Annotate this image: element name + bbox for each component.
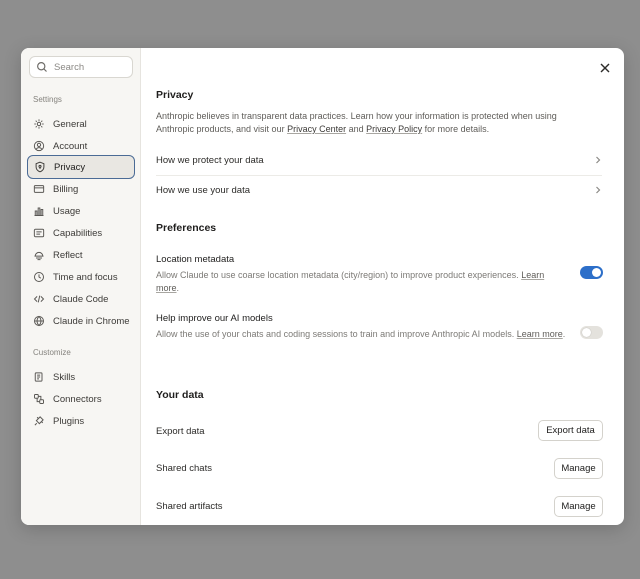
shield-icon — [35, 161, 45, 173]
sidebar-item-usage[interactable]: Usage — [27, 201, 135, 221]
sidebar-item-billing[interactable]: Billing — [27, 179, 135, 199]
sidebar-item-label: Plugins — [53, 415, 85, 427]
sidebar-item-capabilities[interactable]: Capabilities — [27, 223, 135, 243]
export-data-label: Export data — [156, 426, 205, 437]
sidebar-item-label: Billing — [53, 183, 79, 195]
gear-icon — [34, 119, 44, 129]
manage-shared-chats-button[interactable]: Manage — [554, 458, 603, 479]
close-button[interactable] — [598, 61, 612, 75]
sidebar-item-general[interactable]: General — [27, 114, 135, 134]
clock-icon — [34, 272, 44, 282]
user-circle-icon — [33, 140, 45, 152]
preferences-heading: Preferences — [156, 222, 217, 234]
export-data-button[interactable]: Export data — [538, 420, 603, 441]
sidebar-item-time-and-focus[interactable]: Time and focus — [27, 267, 135, 287]
sidebar-item-skills[interactable]: Skills — [27, 367, 135, 387]
privacy-heading: Privacy — [156, 89, 194, 101]
sidebar-item-label: Connectors — [53, 393, 102, 405]
sidebar-item-label: Reflect — [53, 249, 83, 261]
location-metadata-title: Location metadata — [156, 254, 235, 265]
learn-more-link[interactable]: Learn more — [517, 329, 563, 339]
toggle-knob — [582, 328, 591, 337]
plugin-icon — [34, 416, 44, 426]
how-we-protect-row[interactable]: How we protect your data — [156, 145, 602, 175]
sidebar-item-label: Privacy — [54, 161, 86, 173]
improve-models-description: Allow the use of your chats and coding s… — [156, 329, 566, 339]
how-we-use-row[interactable]: How we use your data — [156, 175, 602, 205]
privacy-desc-and: and — [346, 124, 367, 134]
improve-models-toggle[interactable] — [580, 326, 603, 339]
skills-icon — [34, 372, 43, 382]
sidebar-item-claude-code[interactable]: Claude Code — [27, 289, 135, 309]
shared-chats-label: Shared chats — [156, 463, 212, 474]
sidebar-item-label: Usage — [53, 205, 81, 217]
improve-models-title: Help improve our AI models — [156, 313, 273, 324]
chevron-right-icon — [596, 156, 601, 164]
sidebar-item-label: Skills — [53, 371, 76, 383]
search-icon — [37, 62, 47, 72]
bar-chart-icon — [34, 207, 44, 216]
sidebar-item-privacy[interactable]: Privacy — [27, 155, 135, 179]
privacy-center-link[interactable]: Privacy Center — [287, 124, 346, 134]
sidebar-item-label: Claude in Chrome — [53, 315, 130, 327]
sidebar-item-connectors[interactable]: Connectors — [27, 389, 135, 409]
code-icon — [33, 295, 45, 303]
privacy-desc-end: for more details. — [422, 124, 490, 134]
connectors-icon — [34, 394, 44, 404]
shared-artifacts-label: Shared artifacts — [156, 501, 223, 512]
search-input[interactable] — [54, 61, 124, 73]
improve-desc-text: Allow the use of your chats and coding s… — [156, 329, 517, 339]
row-label: How we use your data — [156, 184, 250, 196]
your-data-heading: Your data — [156, 389, 204, 401]
customize-section-label: Customize — [33, 348, 71, 357]
manage-shared-artifacts-button[interactable]: Manage — [554, 496, 603, 517]
location-metadata-description: Allow Claude to use coarse location meta… — [156, 270, 545, 293]
sidebar-item-label: Account — [53, 140, 88, 152]
settings-sidebar: Settings General Account Privacy Billing… — [21, 48, 141, 525]
chevron-right-icon — [596, 186, 601, 194]
sidebar-item-label: Capabilities — [53, 227, 103, 239]
globe-icon — [34, 315, 44, 327]
row-label: How we protect your data — [156, 154, 264, 166]
sidebar-item-label: General — [53, 118, 87, 130]
settings-section-label: Settings — [33, 95, 62, 104]
settings-modal: Settings General Account Privacy Billing… — [21, 48, 624, 525]
sidebar-item-claude-in-chrome[interactable]: Claude in Chrome — [27, 311, 135, 331]
credit-card-icon — [33, 185, 45, 193]
search-box[interactable] — [29, 56, 133, 78]
close-icon — [600, 63, 610, 73]
sidebar-item-label: Claude Code — [53, 293, 109, 305]
privacy-description: Anthropic believes in transparent data p… — [156, 110, 586, 136]
settings-content: Privacy Anthropic believes in transparen… — [142, 48, 624, 525]
sidebar-item-reflect[interactable]: Reflect — [27, 245, 135, 265]
sidebar-item-label: Time and focus — [53, 271, 118, 283]
location-metadata-toggle[interactable] — [580, 266, 603, 279]
reflect-icon — [34, 251, 44, 261]
sliders-icon — [33, 228, 45, 238]
sidebar-item-plugins[interactable]: Plugins — [27, 411, 135, 431]
location-desc-text: Allow Claude to use coarse location meta… — [156, 270, 522, 280]
toggle-knob — [592, 268, 601, 277]
sidebar-item-account[interactable]: Account — [27, 136, 135, 156]
privacy-policy-link[interactable]: Privacy Policy — [366, 124, 422, 134]
